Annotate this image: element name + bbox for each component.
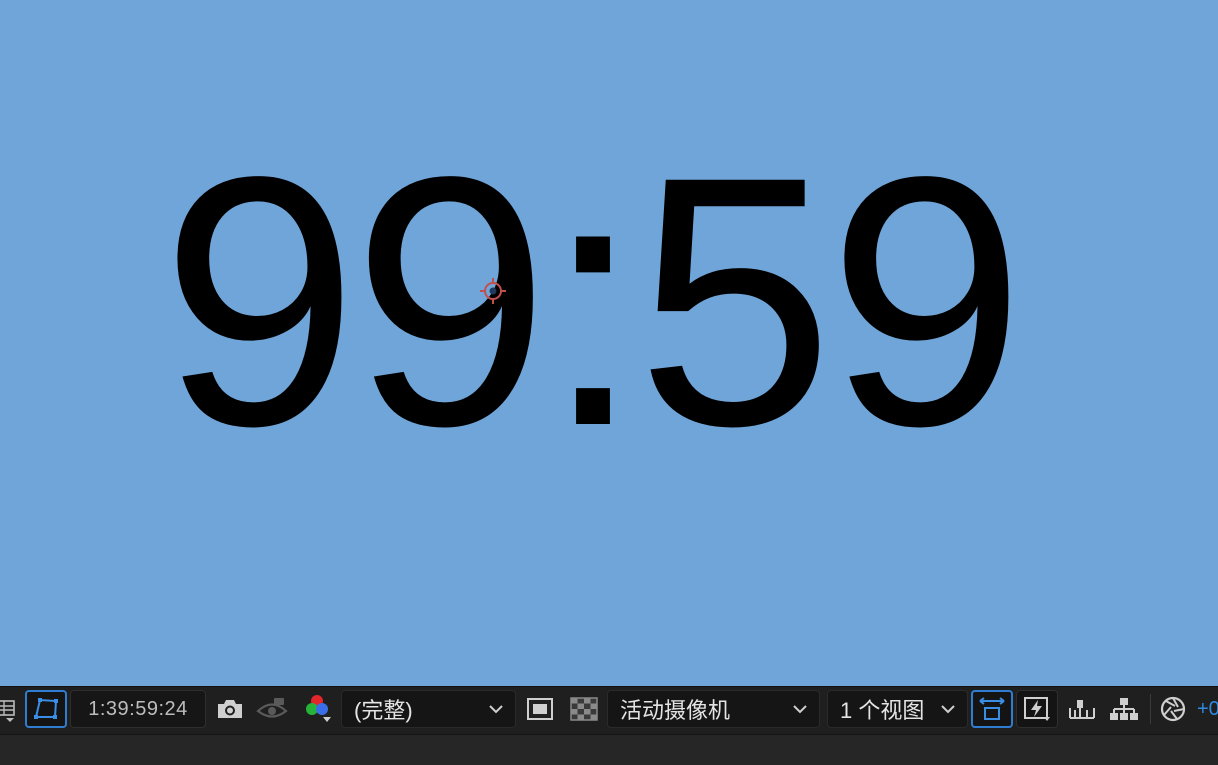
panel-footer	[0, 734, 1218, 765]
resolution-value: (完整)	[354, 698, 413, 723]
flowchart-button[interactable]	[1106, 690, 1142, 728]
composition-text: 99:59	[160, 104, 1025, 500]
chevron-down-icon	[489, 705, 503, 714]
transparency-grid-button[interactable]	[566, 690, 602, 728]
transparency-grid-icon	[570, 697, 598, 721]
active-camera-dropdown[interactable]: 活动摄像机	[607, 690, 820, 728]
camera-icon	[218, 700, 242, 718]
region-of-interest-icon	[527, 698, 553, 720]
snapshot-button[interactable]	[212, 690, 248, 728]
region-of-interest-button[interactable]	[522, 690, 558, 728]
fast-preview-button[interactable]	[1016, 690, 1058, 728]
show-channel-button[interactable]	[300, 690, 336, 728]
views-value: 1 个视图	[840, 698, 925, 723]
exposure-icon	[1160, 696, 1186, 722]
timeline-button[interactable]	[1064, 690, 1100, 728]
toggle-pixel-aspect-button[interactable]	[971, 690, 1013, 728]
anchor-point-icon[interactable]	[478, 276, 508, 306]
show-snapshot-button[interactable]	[254, 690, 290, 728]
current-time-field[interactable]: 1:39:59:24	[70, 690, 206, 728]
mask-path-icon	[34, 698, 58, 719]
toolbar-divider	[1150, 694, 1151, 724]
view-layout-dropdown[interactable]: 1 个视图	[827, 690, 968, 728]
chevron-down-icon	[793, 705, 807, 714]
exposure-value[interactable]: +0	[1197, 690, 1218, 728]
camera-value: 活动摄像机	[620, 698, 731, 723]
timeline-icon	[1069, 700, 1095, 719]
reset-exposure-button[interactable]	[1155, 690, 1191, 728]
toggle-view-layout-icon	[979, 697, 1005, 720]
grid-icon[interactable]	[0, 690, 20, 728]
eye-icon	[256, 698, 288, 718]
fast-preview-icon	[1024, 697, 1050, 721]
flowchart-icon	[1110, 698, 1138, 720]
composition-viewer[interactable]: 99:59	[0, 0, 1218, 686]
chevron-down-icon	[941, 705, 955, 714]
mask-path-visibility-button[interactable]	[25, 690, 67, 728]
resolution-dropdown[interactable]: (完整)	[341, 690, 516, 728]
rgb-channel-icon	[306, 695, 331, 722]
